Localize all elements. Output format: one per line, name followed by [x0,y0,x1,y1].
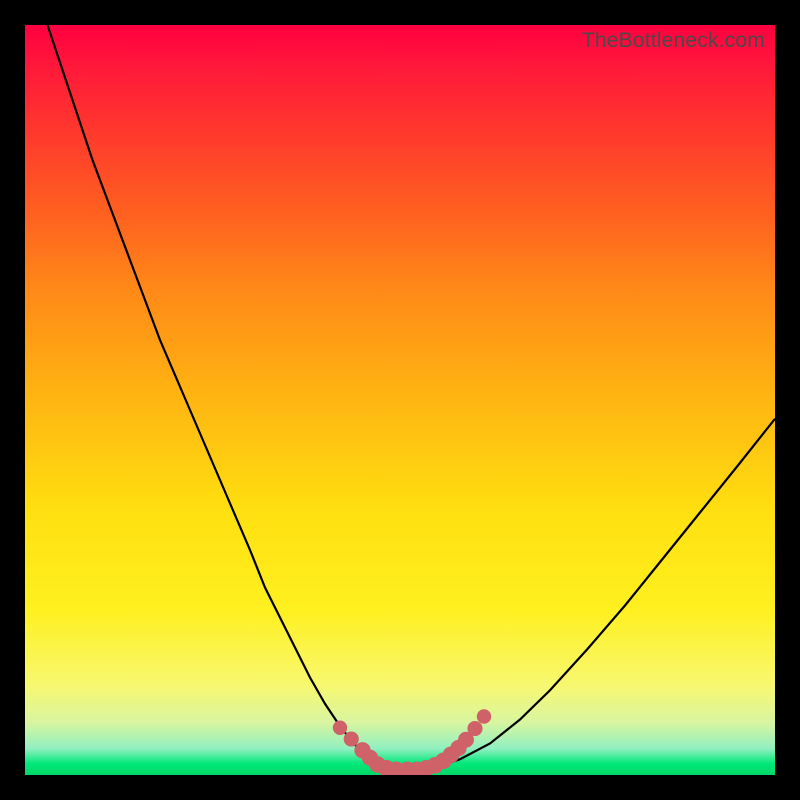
chart-plot-area: TheBottleneck.com [25,25,775,775]
curve-marker [344,731,359,746]
curve-marker [333,721,347,735]
curve-markers [333,709,491,775]
curve-marker [467,721,482,736]
bottleneck-curve [48,25,776,770]
bottleneck-chart [25,25,775,775]
watermark-text: TheBottleneck.com [582,29,765,53]
curve-marker [477,709,491,723]
